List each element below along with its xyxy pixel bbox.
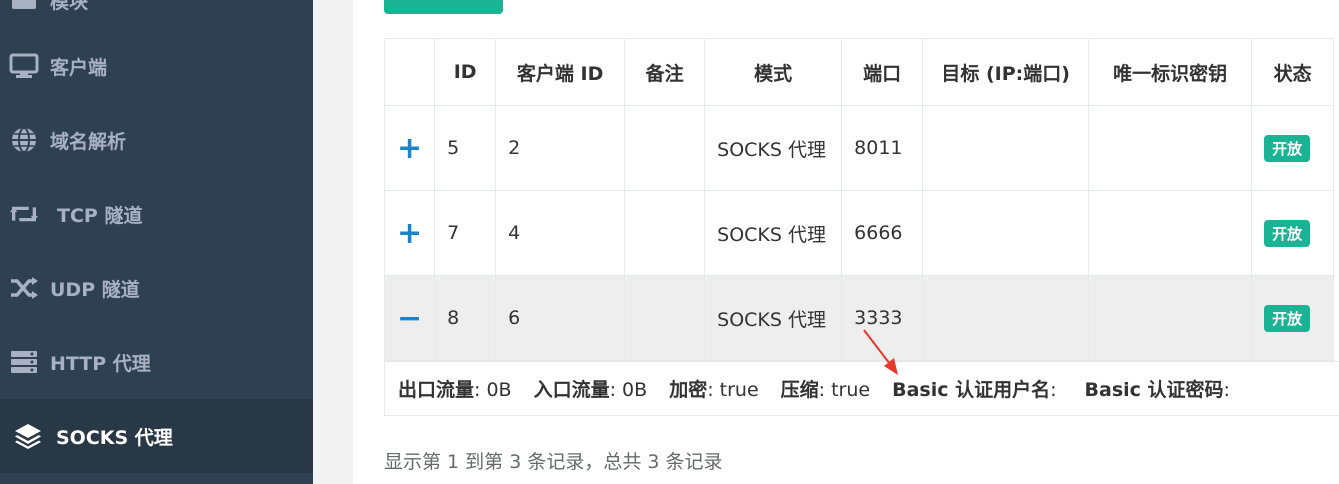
cell-remark xyxy=(624,275,706,361)
cell-mode: SOCKS 代理 xyxy=(704,275,843,361)
cell-id: 5 xyxy=(434,105,497,191)
cell-key xyxy=(1088,190,1253,276)
layers-icon xyxy=(12,420,44,452)
detail-basic-user: Basic 认证用户名: xyxy=(892,375,1056,402)
column-header-mode[interactable]: 模式 xyxy=(704,38,843,106)
detail-value: : 0B xyxy=(609,379,648,401)
cell-client-id: 2 xyxy=(495,105,626,191)
detail-out-flow: 出口流量: 0B xyxy=(398,375,512,402)
sidebar-item-tcp[interactable]: TCP 隧道 xyxy=(0,177,313,251)
collapse-toggle[interactable]: − xyxy=(383,275,436,361)
column-header-key[interactable]: 唯一标识密钥 xyxy=(1088,38,1253,106)
sidebar-item-label: UDP 隧道 xyxy=(50,278,140,301)
sidebar-item-label: 客户端 xyxy=(50,56,108,79)
detail-value: : xyxy=(1050,379,1057,401)
sidebar-item-domain[interactable]: 域名解析 xyxy=(0,103,313,177)
list-icon xyxy=(8,0,40,16)
cell-status: 开放 xyxy=(1251,105,1335,191)
cell-status: 开放 xyxy=(1251,190,1335,276)
detail-label: 压缩 xyxy=(780,379,819,401)
detail-crypt: 加密: true xyxy=(669,375,758,402)
cell-target xyxy=(922,105,1090,191)
sidebar-item-http[interactable]: HTTP 代理 xyxy=(0,325,313,399)
detail-value: : true xyxy=(707,379,759,401)
detail-label: Basic 认证用户名 xyxy=(892,379,1051,401)
status-badge: 开放 xyxy=(1264,134,1311,162)
column-header-status[interactable]: 状态 xyxy=(1251,38,1335,106)
column-header xyxy=(383,38,436,106)
status-badge: 开放 xyxy=(1264,304,1311,332)
table-row: − 8 6 SOCKS 代理 3333 开放 xyxy=(383,275,1335,361)
cell-target xyxy=(922,275,1090,361)
pagination-info: 显示第 1 到第 3 条记录，总共 3 条记录 xyxy=(384,451,723,473)
add-button[interactable] xyxy=(384,0,503,14)
cell-key xyxy=(1088,275,1253,361)
sidebar-item-label: HTTP 代理 xyxy=(50,352,151,375)
column-header-id[interactable]: ID xyxy=(434,38,497,106)
sidebar-item-label: 域名解析 xyxy=(50,130,127,153)
monitor-icon xyxy=(8,50,40,82)
sidebar-item-label: TCP 隧道 xyxy=(57,204,143,227)
cell-remark xyxy=(624,105,706,191)
sidebar-item-udp[interactable]: UDP 隧道 xyxy=(0,251,313,325)
cell-remark xyxy=(624,190,706,276)
shuffle-icon xyxy=(8,272,40,304)
table-row: + 7 4 SOCKS 代理 6666 开放 xyxy=(383,190,1335,276)
cell-client-id: 6 xyxy=(495,275,626,361)
cell-port: 3333 xyxy=(841,275,924,361)
cell-port: 8011 xyxy=(841,105,924,191)
sidebar-item-socks[interactable]: SOCKS 代理 xyxy=(0,399,313,473)
cell-target xyxy=(922,190,1090,276)
detail-in-flow: 入口流量: 0B xyxy=(534,375,648,402)
sidebar-item-label: SOCKS 代理 xyxy=(56,426,173,449)
column-header-remark[interactable]: 备注 xyxy=(624,38,706,106)
detail-basic-pass: Basic 认证密码: xyxy=(1085,375,1230,402)
cell-mode: SOCKS 代理 xyxy=(704,105,843,191)
sidebar-item-clients[interactable]: 客户端 xyxy=(0,29,313,103)
table-row: + 5 2 SOCKS 代理 8011 开放 xyxy=(383,105,1335,191)
expand-toggle[interactable]: + xyxy=(383,190,436,276)
detail-compress: 压缩: true xyxy=(781,375,870,402)
sidebar: 模块 客户端 域名解析 TCP 隧道 UDP 隧道 HTTP 代理 SOCKS … xyxy=(0,0,313,484)
column-header-target[interactable]: 目标 (IP:端口) xyxy=(922,38,1090,106)
cell-client-id: 4 xyxy=(495,190,626,276)
detail-value: : xyxy=(1223,379,1230,401)
cell-id: 7 xyxy=(434,190,497,276)
detail-value: : 0B xyxy=(474,379,512,401)
detail-label: 入口流量 xyxy=(533,379,610,401)
server-icon xyxy=(8,346,40,378)
detail-label: 出口流量 xyxy=(398,379,475,401)
cell-key xyxy=(1088,105,1253,191)
detail-value: : true xyxy=(818,379,871,401)
cell-mode: SOCKS 代理 xyxy=(704,190,843,276)
cell-id: 8 xyxy=(434,275,497,361)
status-badge: 开放 xyxy=(1264,219,1311,247)
column-header-port[interactable]: 端口 xyxy=(841,38,924,106)
retweet-icon xyxy=(8,198,40,230)
cell-port: 6666 xyxy=(841,190,924,276)
socks-table: ID 客户端 ID 备注 模式 端口 目标 (IP:端口) 唯一标识密钥 状态 … xyxy=(383,38,1335,361)
table-header-row: ID 客户端 ID 备注 模式 端口 目标 (IP:端口) 唯一标识密钥 状态 xyxy=(383,38,1335,106)
expand-toggle[interactable]: + xyxy=(383,105,436,191)
sidebar-item-label: 模块 xyxy=(50,0,89,13)
detail-label: Basic 认证密码 xyxy=(1084,379,1224,401)
globe-icon xyxy=(8,124,40,156)
detail-label: 加密 xyxy=(669,379,708,401)
column-header-client-id[interactable]: 客户端 ID xyxy=(495,38,626,106)
cell-status: 开放 xyxy=(1251,275,1335,361)
row-detail: 出口流量: 0B 入口流量: 0B 加密: true 压缩: true Basi… xyxy=(384,361,1339,416)
